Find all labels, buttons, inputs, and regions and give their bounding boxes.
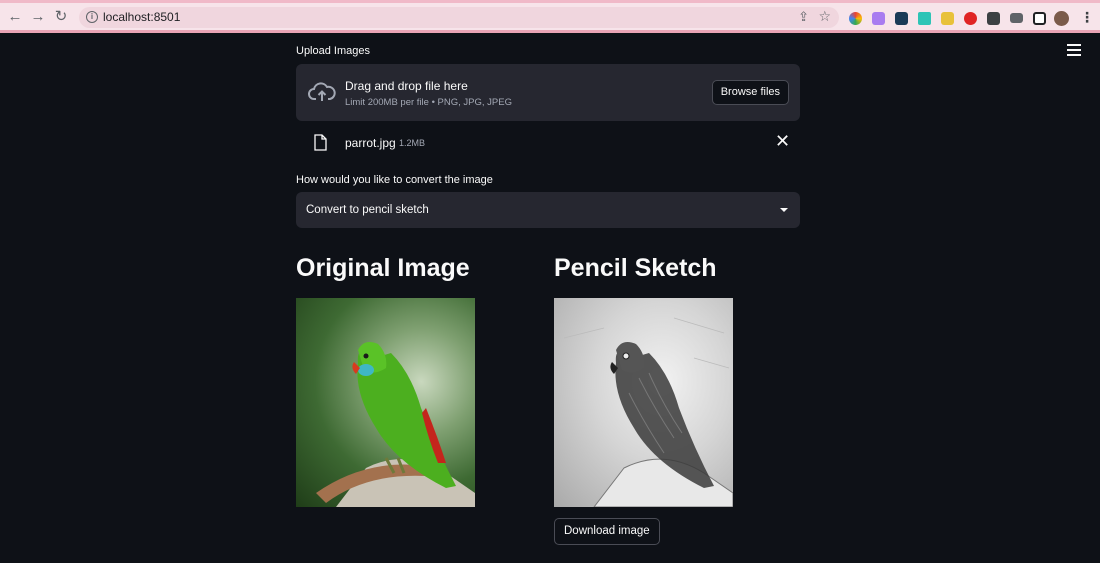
- browser-toolbar: ← → ↻ i localhost:8501 ⇪ ☆ ⋮: [0, 0, 1100, 33]
- original-image-heading: Original Image: [296, 254, 470, 282]
- convert-select-value: Convert to pencil sketch: [306, 204, 429, 216]
- forward-icon[interactable]: →: [29, 8, 47, 26]
- url-text[interactable]: localhost:8501: [103, 10, 180, 24]
- extension-purple-icon[interactable]: [872, 12, 885, 25]
- original-parrot-image: [296, 298, 475, 507]
- star-icon[interactable]: ☆: [818, 8, 831, 25]
- pencil-sketch-image: [554, 298, 733, 507]
- extension-yellow-icon[interactable]: [941, 12, 954, 25]
- convert-select[interactable]: Convert to pencil sketch: [296, 192, 800, 228]
- share-icon[interactable]: ⇪: [798, 9, 809, 25]
- file-size: 1.2MB: [399, 138, 426, 148]
- close-icon[interactable]: ✕: [775, 131, 790, 152]
- upload-label: Upload Images: [296, 45, 370, 57]
- extension-react-icon[interactable]: [895, 12, 908, 25]
- browser-menu-icon[interactable]: ⋮: [1080, 9, 1094, 26]
- browse-files-button[interactable]: Browse files: [711, 80, 789, 105]
- dropzone-title: Drag and drop file here: [345, 79, 468, 93]
- download-image-button[interactable]: Download image: [554, 518, 660, 545]
- reading-list-icon[interactable]: [1010, 13, 1023, 23]
- menu-icon[interactable]: [1067, 44, 1081, 56]
- extension-teal-icon[interactable]: [918, 12, 931, 25]
- chevron-down-icon: [780, 208, 788, 212]
- convert-label: How would you like to convert the image: [296, 174, 493, 186]
- cloud-upload-icon: [308, 82, 336, 101]
- side-panel-icon[interactable]: [1033, 12, 1046, 25]
- profile-avatar[interactable]: [1054, 11, 1069, 26]
- back-icon[interactable]: ←: [6, 8, 24, 26]
- file-name: parrot.jpg: [345, 136, 396, 150]
- sketch-illustration: [563, 317, 733, 507]
- parrot-illustration: [316, 342, 475, 507]
- extension-color-icon[interactable]: [849, 12, 862, 25]
- info-icon[interactable]: i: [86, 11, 98, 23]
- pencil-sketch-heading: Pencil Sketch: [554, 254, 717, 282]
- chrome-divider: [0, 30, 1100, 33]
- extensions-puzzle-icon[interactable]: [987, 12, 1000, 25]
- extension-opera-icon[interactable]: [964, 12, 977, 25]
- reload-icon[interactable]: ↻: [52, 8, 70, 26]
- dropzone-limits: Limit 200MB per file • PNG, JPG, JPEG: [345, 97, 512, 108]
- address-bar[interactable]: i localhost:8501 ⇪ ☆: [79, 7, 839, 28]
- file-icon: [314, 134, 327, 151]
- uploaded-file-row: parrot.jpg 1.2MB ✕: [296, 128, 800, 158]
- file-dropzone[interactable]: Drag and drop file here Limit 200MB per …: [296, 64, 800, 121]
